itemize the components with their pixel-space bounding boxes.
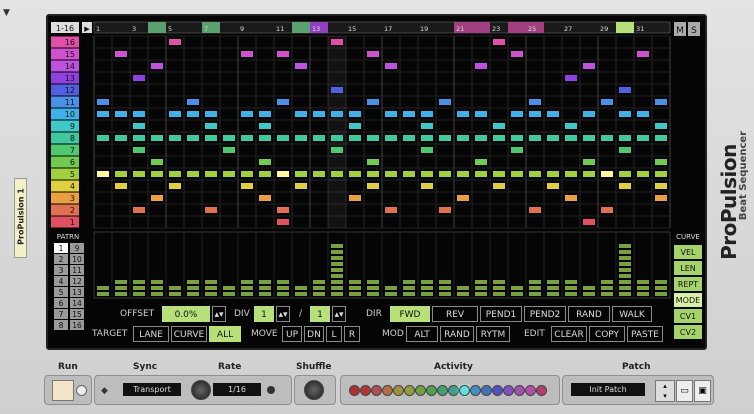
activity-led xyxy=(415,385,426,396)
sync-rate-panel: ◆ Transport 1/16 xyxy=(94,375,292,405)
mod-alt-button[interactable]: ALT xyxy=(406,326,438,342)
edit-label: EDIT xyxy=(524,329,545,339)
patch-panel: Init Patch ▴ ▾ ▭ ▣ xyxy=(562,375,714,405)
dir-fwd-button[interactable]: FWD xyxy=(390,306,430,322)
offset-value[interactable]: 0.0% xyxy=(162,306,210,322)
div-separator: / xyxy=(299,309,303,319)
target-label: TARGET xyxy=(92,329,128,339)
sync-arrow-icon[interactable]: ◆ xyxy=(101,386,108,396)
activity-led xyxy=(514,385,525,396)
run-led xyxy=(76,385,87,396)
activity-led xyxy=(481,385,492,396)
div-label: DIV xyxy=(234,309,250,319)
shuffle-label: Shuffle xyxy=(296,362,332,372)
move-r-button[interactable]: R xyxy=(344,326,360,342)
run-label: Run xyxy=(58,362,78,372)
activity-led xyxy=(448,385,459,396)
target-lane-button[interactable]: LANE xyxy=(133,326,169,342)
move-l-button[interactable]: L xyxy=(326,326,342,342)
run-button[interactable] xyxy=(52,380,74,401)
dir-pend1-button[interactable]: PEND1 xyxy=(480,306,522,322)
rate-display[interactable]: 1/16 xyxy=(213,383,261,396)
activity-led xyxy=(360,385,371,396)
shuffle-panel xyxy=(294,375,336,405)
activity-label: Activity xyxy=(434,362,473,372)
div-a-stepper[interactable]: ▴▾ xyxy=(276,306,290,322)
activity-led xyxy=(404,385,415,396)
edit-clear-button[interactable]: CLEAR xyxy=(551,326,587,342)
activity-led xyxy=(536,385,547,396)
save-icon[interactable]: ▣ xyxy=(694,380,711,402)
target-curve-button[interactable]: CURVE xyxy=(171,326,207,342)
dir-label: DIR xyxy=(366,309,382,319)
activity-panel xyxy=(340,375,560,405)
activity-led xyxy=(393,385,404,396)
dir-rand-button[interactable]: RAND xyxy=(568,306,610,322)
offset-stepper[interactable]: ▴▾ xyxy=(212,306,226,322)
move-dn-button[interactable]: DN xyxy=(304,326,324,342)
folder-icon[interactable]: ▭ xyxy=(676,380,693,402)
patch-browse-stepper[interactable]: ▴ ▾ xyxy=(655,380,675,402)
shuffle-knob[interactable] xyxy=(304,380,324,400)
dir-walk-button[interactable]: WALK xyxy=(612,306,652,322)
activity-led xyxy=(437,385,448,396)
offset-label: OFFSET xyxy=(120,309,155,319)
activity-led xyxy=(371,385,382,396)
patch-label: Patch xyxy=(622,362,651,372)
mod-rytm-button[interactable]: RYTM xyxy=(476,326,510,342)
activity-led xyxy=(492,385,503,396)
mod-label: MOD xyxy=(382,329,404,339)
activity-led xyxy=(382,385,393,396)
activity-led xyxy=(470,385,481,396)
activity-led xyxy=(503,385,514,396)
sync-label: Sync xyxy=(133,362,158,372)
dir-pend2-button[interactable]: PEND2 xyxy=(524,306,566,322)
edit-copy-button[interactable]: COPY xyxy=(589,326,625,342)
patch-name-display[interactable]: Init Patch xyxy=(571,383,645,396)
rate-knob[interactable] xyxy=(191,380,211,400)
activity-led xyxy=(349,385,360,396)
dir-rev-button[interactable]: REV xyxy=(432,306,478,322)
rate-label: Rate xyxy=(218,362,242,372)
sync-display[interactable]: Transport xyxy=(123,383,181,396)
target-all-button[interactable]: ALL xyxy=(209,326,241,342)
edit-paste-button[interactable]: PASTE xyxy=(627,326,663,342)
div-a-value[interactable]: 1 xyxy=(254,306,274,322)
activity-led xyxy=(525,385,536,396)
div-b-stepper[interactable]: ▴▾ xyxy=(332,306,346,322)
controls-layer: OFFSET 0.0% ▴▾ DIV 1 ▴▾ / 1 ▴▾ DIR FWD RE… xyxy=(0,0,754,414)
activity-led xyxy=(426,385,437,396)
mod-rand-button[interactable]: RAND xyxy=(440,326,474,342)
run-panel xyxy=(44,375,92,405)
div-b-value[interactable]: 1 xyxy=(310,306,330,322)
move-label: MOVE xyxy=(251,329,278,339)
activity-led xyxy=(459,385,470,396)
move-up-button[interactable]: UP xyxy=(282,326,302,342)
rate-cv-jack[interactable] xyxy=(267,386,275,394)
